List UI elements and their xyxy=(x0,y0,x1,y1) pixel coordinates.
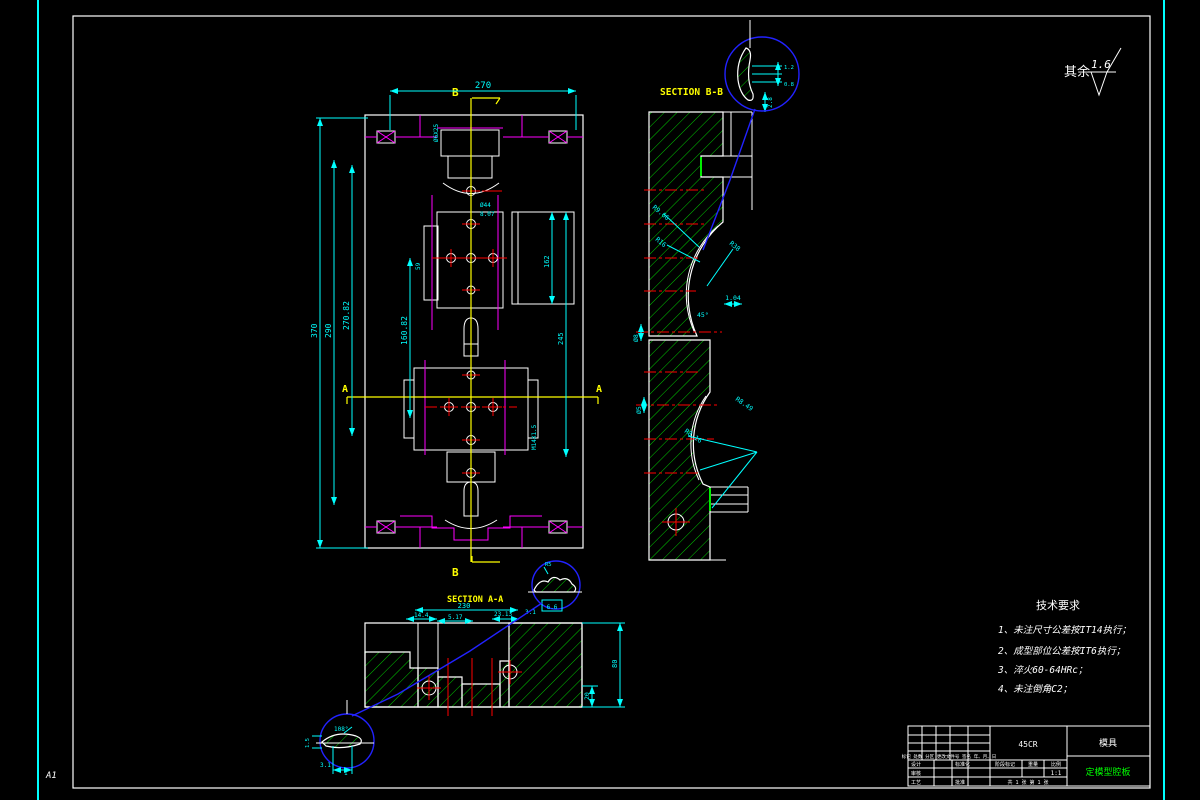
svg-text:Ø8: Ø8 xyxy=(632,334,640,342)
row-check: 审核 xyxy=(911,770,921,777)
row-design: 设计 xyxy=(911,761,921,768)
svg-text:230: 230 xyxy=(458,602,471,610)
svg-text:Ø5: Ø5 xyxy=(635,406,643,414)
svg-text:80: 80 xyxy=(611,660,619,668)
svg-text:108°: 108° xyxy=(334,726,348,733)
dim-pocket: 59 xyxy=(415,262,422,270)
scale-value: 1:1 xyxy=(1051,770,1062,777)
svg-text:R8.49: R8.49 xyxy=(734,395,755,413)
section-aa-title: SECTION A-A xyxy=(447,595,503,605)
sheet-format-label: A1 xyxy=(45,771,57,781)
sheet-border: A1 xyxy=(37,0,1165,800)
svg-text:1.2: 1.2 xyxy=(784,65,794,71)
rev-header: 标记 处数 分区 更改文件号 签名 年、月、日 xyxy=(902,753,997,760)
section-a-right-label: A xyxy=(596,384,602,395)
tech-notes: 技术要求 1、未注尺寸公差按IT14执行； 2、成型部位公差按IT6执行； 3、… xyxy=(997,599,1131,695)
note-item-1: 1、未注尺寸公差按IT14执行； xyxy=(998,624,1131,636)
row-process: 工艺 xyxy=(911,780,921,786)
svg-text:1: 1 xyxy=(344,770,348,777)
note-item-3: 3、淬火60-64HRc； xyxy=(997,664,1087,676)
drawing-canvas: A1 其余 1.6 B B A A 270 370 290 270.82 160… xyxy=(37,0,1165,800)
surface-finish-icon: 其余 1.6 xyxy=(1064,47,1122,97)
gate-profile xyxy=(533,576,577,593)
svg-text:2.8: 2.8 xyxy=(767,97,774,108)
svg-text:1.5: 1.5 xyxy=(305,738,311,748)
section-bb-view: SECTION B-B Ø8 Ø5 1.04 45° R9.66 R16 R38… xyxy=(632,87,774,561)
dim-right-2: 245 xyxy=(557,332,565,345)
svg-text:R5: R5 xyxy=(545,562,552,568)
svg-text:5.17: 5.17 xyxy=(448,614,463,621)
svg-text:6.6: 6.6 xyxy=(547,604,558,611)
main-view: B B A A 270 370 290 270.82 160.82 162 24… xyxy=(310,81,602,579)
notes-title: 技术要求 xyxy=(1036,599,1080,612)
part-name: 定模型腔板 xyxy=(1085,766,1130,778)
company-name: 模具 xyxy=(1099,738,1117,749)
scale-label: 比例 xyxy=(1051,761,1061,768)
section-a-left-label: A xyxy=(342,384,348,395)
section-bb-title: SECTION B-B xyxy=(660,87,723,98)
stage-label: 阶段标记 xyxy=(995,761,1015,768)
dim-left-2: 290 xyxy=(324,323,333,338)
surface-prefix: 其余 xyxy=(1064,64,1090,80)
svg-text:1.04: 1.04 xyxy=(725,294,741,302)
detail-balloon-bottom: 108° 3.1 1 1.5 xyxy=(305,700,375,777)
inner-border xyxy=(72,15,1151,789)
dim-cavity-1: Ø44 xyxy=(480,202,491,209)
note-item-4: 4、未注倒角C2； xyxy=(998,683,1072,695)
svg-text:3.1: 3.1 xyxy=(320,762,331,769)
dim-cavity-2: 8.07 xyxy=(480,211,495,218)
material-value: 45CR xyxy=(1018,740,1037,749)
bb-hatch-bottom xyxy=(648,339,711,561)
dim-insert: Ø6X25 xyxy=(433,124,440,142)
svg-text:23.13: 23.13 xyxy=(494,611,512,618)
svg-text:0.8: 0.8 xyxy=(784,82,794,88)
dim-left-3: 270.82 xyxy=(342,301,351,330)
row-approve: 批准 xyxy=(955,779,965,786)
gate-profile xyxy=(321,733,362,749)
sheet-info: 共 1 张 第 1 张 xyxy=(1007,779,1048,786)
gate-profile xyxy=(737,47,754,101)
svg-text:45°: 45° xyxy=(697,311,709,319)
dim-right-1: 162 xyxy=(543,255,551,268)
svg-text:14.4: 14.4 xyxy=(414,612,429,619)
roughness-symbol xyxy=(1088,47,1122,97)
section-aa-view: SECTION A-A 230 14.4 5.17 23.13 80 20 xyxy=(364,595,625,716)
main-view-dimensions: 270 370 290 270.82 160.82 162 245 Ø44 8.… xyxy=(310,81,577,549)
weight-label: 重量 xyxy=(1028,761,1038,768)
dim-top-width: 270 xyxy=(475,81,491,91)
svg-text:20: 20 xyxy=(583,692,591,700)
svg-text:R38: R38 xyxy=(728,239,742,253)
cavity-geometry xyxy=(400,127,575,541)
dim-thread: M14X1.5 xyxy=(531,424,538,450)
section-b-bottom-label: B xyxy=(452,566,459,579)
section-b-top-label: B xyxy=(452,86,459,99)
dim-left-4: 160.82 xyxy=(400,316,409,345)
title-block: 标记 处数 分区 更改文件号 签名 年、月、日 设计 标准化 审核 工艺 批准 … xyxy=(902,725,1151,787)
row-std: 标准化 xyxy=(955,761,970,768)
dim-left-1: 370 xyxy=(310,323,319,338)
note-item-2: 2、成型部位公差按IT6执行； xyxy=(998,645,1125,657)
